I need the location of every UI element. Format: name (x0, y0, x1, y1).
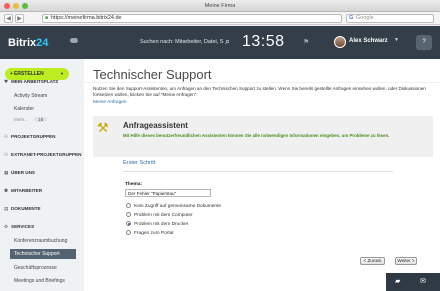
back-button[interactable]: ◀ (4, 14, 13, 23)
gear-icon: ⚙ (4, 225, 9, 230)
sidebar-section-services[interactable]: ⚙ SERVICES (4, 224, 34, 230)
address-url: https://meinefirma.bitrix24.de (51, 15, 122, 21)
sidebar-item-geschaeftsprozesse[interactable]: Geschäftsprozesse (14, 265, 57, 271)
option-row[interactable]: Problem mit dem Computer (126, 212, 193, 219)
global-search-input[interactable]: Suchen nach: Mitarbeiter, Datei, S ⌕ (140, 35, 232, 49)
sidebar-more-button[interactable]: Mehr... 16 (14, 117, 48, 122)
intro-text: Nutzen Sie den Support-Assistenten, um A… (93, 86, 426, 97)
clock[interactable]: 13:58 (242, 33, 285, 51)
next-step-button[interactable]: Weiter > (395, 257, 417, 265)
assistant-title: Anfrageassistent (123, 121, 188, 130)
window-title: Meine Firma (204, 3, 236, 9)
window-titlebar: Meine Firma (0, 0, 440, 12)
sidebar-section-extranet[interactable]: ⚇ EXTRANET-PROJEKTGRUPPEN (4, 152, 81, 158)
chat-dock: ▰ ✉ (386, 273, 440, 291)
google-icon: G (349, 15, 354, 21)
page-title: Technischer Support (93, 67, 212, 82)
minimize-window-button[interactable] (13, 3, 19, 9)
address-bar[interactable]: ■ https://meinefirma.bitrix24.de (42, 14, 342, 23)
chat-icon[interactable]: ▰ (395, 277, 400, 285)
heart-icon: ♥ (4, 80, 9, 85)
section-label: EXTRANET-PROJEKTGRUPPEN (11, 152, 82, 157)
avatar[interactable] (334, 36, 346, 48)
section-label: DOKUMENTE (11, 206, 41, 211)
sidebar-section-arbeitsplatz[interactable]: ♥ MEIN ARBEITSPLATZ (4, 79, 58, 85)
radio-button[interactable] (126, 212, 131, 217)
option-row[interactable]: Kein Zugriff auf gemeinsame Dokumente (126, 203, 221, 210)
sidebar-item-meetings[interactable]: Meetings und Briefings (14, 278, 65, 284)
main-content: Technischer Support Nutzen Sie den Suppo… (84, 59, 440, 291)
group-icon: ⚇ (4, 153, 9, 158)
divider (84, 82, 440, 83)
sidebar-section-mitarbeiter[interactable]: ⚉ MITARBEITER (4, 188, 42, 194)
logo-number: 24 (36, 37, 49, 49)
browser-window: Meine Firma ◀ ▶ ■ https://meinefirma.bit… (0, 0, 440, 291)
more-count-badge: 16 (34, 117, 48, 122)
browser-search-placeholder: Google (356, 15, 374, 21)
bitrix-logo[interactable]: Bitrix24 (8, 37, 48, 49)
user-name[interactable]: Alex Schwarz (349, 38, 388, 44)
group-icon: ⚇ (4, 135, 9, 140)
app-header: Bitrix24 Suchen nach: Mitarbeiter, Datei… (0, 26, 440, 59)
create-label: ERSTELLEN (14, 71, 44, 77)
sidebar-item-konferenzraumbuchung[interactable]: Konferenzraumbuchung (14, 238, 67, 244)
section-label: PROJEKTGRUPPEN (11, 134, 56, 139)
browser-search-input[interactable]: G Google (346, 14, 434, 23)
section-label: SERVICES (11, 224, 35, 229)
bell-icon[interactable]: ⚑ (303, 38, 309, 46)
section-label: MEIN ARBEITSPLATZ (11, 79, 59, 84)
global-search-text: Suchen nach: Mitarbeiter, Datei, S (140, 39, 224, 45)
close-window-button[interactable] (4, 3, 10, 9)
sidebar-item-technischer-support[interactable]: Technischer Support (10, 249, 76, 259)
section-label: ÜBER UNS (11, 170, 35, 175)
chevron-down-icon: ▼ (60, 71, 64, 76)
first-step-link[interactable]: Erster Schritt (123, 160, 155, 166)
browser-toolbar: ◀ ▶ ■ https://meinefirma.bitrix24.de G G… (0, 12, 440, 25)
forward-button[interactable]: ▶ (15, 14, 24, 23)
logo-text: Bitrix (8, 37, 37, 49)
back-step-button[interactable]: < Zurück (360, 257, 385, 265)
sidebar-item-activity-stream[interactable]: Activity Stream (14, 93, 47, 99)
more-label: Mehr... (14, 117, 29, 122)
document-icon: ▤ (4, 207, 9, 212)
assistant-description: Mit Hilfe dieses benutzerfreundlichen As… (123, 133, 390, 138)
sidebar: + ERSTELLEN ▼ ♥ MEIN ARBEITSPLATZ Activit… (0, 59, 84, 291)
theme-input[interactable] (125, 189, 211, 197)
search-icon[interactable]: ⌕ (225, 35, 230, 49)
building-icon: ▦ (4, 171, 9, 176)
sidebar-section-ueber-uns[interactable]: ▦ ÜBER UNS (4, 170, 35, 176)
assistant-panel: ⚒ Anfrageassistent Mit Hilfe dieses benu… (93, 116, 433, 157)
wrench-icon: ⚒ (97, 121, 109, 136)
radio-button-selected[interactable] (126, 221, 131, 226)
option-label: Kein Zugriff auf gemeinsame Dokumente (134, 204, 222, 209)
option-row[interactable]: Fragen zum Portal (126, 230, 173, 237)
help-button[interactable]: ? (416, 35, 432, 50)
maximize-window-button[interactable] (22, 3, 28, 9)
lock-icon: ■ (45, 15, 49, 21)
option-label: Problem mit dem Drucker (134, 222, 189, 227)
chevron-down-icon[interactable]: ▼ (394, 37, 399, 43)
sidebar-item-kalender[interactable]: Kalender (14, 106, 34, 112)
window-controls (4, 3, 28, 9)
radio-button[interactable] (126, 230, 131, 235)
sidebar-section-dokumente[interactable]: ▤ DOKUMENTE (4, 206, 41, 212)
theme-label: Thema: (125, 182, 143, 187)
my-requests-link[interactable]: Meine Anfragen (93, 100, 127, 105)
cloud-icon (70, 38, 78, 43)
divider (123, 171, 393, 172)
sidebar-section-projektgruppen[interactable]: ⚇ PROJEKTGRUPPEN (4, 134, 55, 140)
section-label: MITARBEITER (11, 188, 43, 193)
option-label: Fragen zum Portal (134, 231, 174, 236)
radio-button[interactable] (126, 203, 131, 208)
option-row[interactable]: Problem mit dem Drucker (126, 221, 188, 228)
notification-icon[interactable]: ✉ (420, 277, 426, 285)
option-label: Problem mit dem Computer (134, 213, 193, 218)
people-icon: ⚉ (4, 189, 9, 194)
